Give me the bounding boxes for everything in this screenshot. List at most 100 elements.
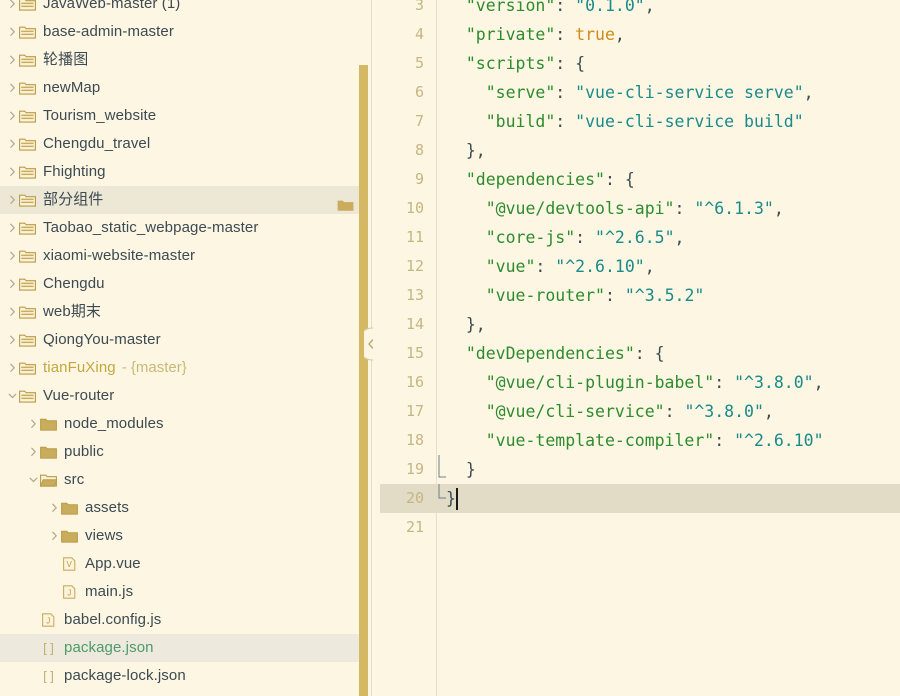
svg-text:J: J — [46, 617, 50, 626]
chevron-right-icon[interactable] — [6, 130, 19, 158]
tree-item-javaweb-master-1[interactable]: JavaWeb-master (1) — [0, 0, 368, 18]
code-text: "vue-router": "^3.5.2" — [485, 286, 705, 305]
chevron-right-icon[interactable] — [6, 158, 19, 186]
code-line[interactable]: 7 "build": "vue-cli-service build" — [380, 107, 900, 136]
tree-item-views[interactable]: views — [0, 522, 368, 550]
folder-solid-icon — [40, 438, 58, 466]
folder-icon — [19, 0, 37, 18]
chevron-right-icon[interactable] — [6, 0, 19, 18]
tree-item-chengdu-travel[interactable]: Chengdu_travel — [0, 130, 368, 158]
folder-solid-icon — [61, 522, 79, 550]
no-arrow — [48, 550, 61, 578]
code-line[interactable]: 6 "serve": "vue-cli-service serve", — [380, 78, 900, 107]
tree-item-label: tianFuXing — [43, 359, 116, 376]
panel-splitter[interactable] — [356, 0, 380, 696]
line-number: 20 — [405, 489, 424, 507]
tree-item-label: Chengdu — [43, 275, 105, 292]
chevron-right-icon[interactable] — [6, 102, 19, 130]
code-line[interactable]: 17 "@vue/cli-service": "^3.8.0", — [380, 397, 900, 426]
code-line[interactable]: 15 "devDependencies": { — [380, 339, 900, 368]
tree-item-public[interactable]: public — [0, 438, 368, 466]
chevron-right-icon[interactable] — [6, 270, 19, 298]
line-number: 10 — [405, 199, 424, 217]
tree-item-base-admin-master[interactable]: base-admin-master — [0, 18, 368, 46]
code-line[interactable]: 16 "@vue/cli-plugin-babel": "^3.8.0", — [380, 368, 900, 397]
chevron-right-icon[interactable] — [6, 214, 19, 242]
folder-icon — [19, 214, 37, 242]
chevron-right-icon[interactable] — [6, 186, 19, 214]
code-line[interactable]: 5 "scripts": { — [380, 49, 900, 78]
no-arrow — [27, 606, 40, 634]
code-line[interactable]: 4 "private": true, — [380, 20, 900, 49]
chevron-right-icon[interactable] — [6, 354, 19, 382]
tree-item-fhighting[interactable]: Fhighting — [0, 158, 368, 186]
chevron-right-icon[interactable] — [6, 298, 19, 326]
line-number: 17 — [405, 402, 424, 420]
no-arrow — [27, 690, 40, 696]
code-text: "vue-template-compiler": "^2.6.10" — [485, 431, 824, 450]
editor-area[interactable]: 3 "version": "0.1.0", 4 "private": true, 5… — [380, 0, 900, 696]
tree-item-newmap[interactable]: newMap — [0, 74, 368, 102]
chevron-right-icon[interactable] — [6, 46, 19, 74]
code-line[interactable]: 12 "vue": "^2.6.10", — [380, 252, 900, 281]
tree-item-tianfuxing[interactable]: tianFuXing - {master} — [0, 354, 368, 382]
line-number: 9 — [414, 170, 424, 188]
tree-item-chengdu[interactable]: Chengdu — [0, 270, 368, 298]
tree-item-[interactable]: 部分组件 — [0, 186, 368, 214]
tree-item-[interactable]: 轮播图 — [0, 46, 368, 74]
chevron-down-icon[interactable] — [6, 382, 19, 410]
chevron-right-icon[interactable] — [6, 326, 19, 354]
code-line[interactable]: 3 "version": "0.1.0", — [380, 0, 900, 20]
code-line[interactable]: 13 "vue-router": "^3.5.2" — [380, 281, 900, 310]
tree-item-taobao-static-webpage-master[interactable]: Taobao_static_webpage-master — [0, 214, 368, 242]
tree-item-package-lock-json[interactable]: [ ] package-lock.json — [0, 662, 368, 690]
code-line[interactable]: 10 "@vue/devtools-api": "^6.1.3", — [380, 194, 900, 223]
tree-vertical-scrollbar[interactable] — [359, 65, 368, 696]
code-line[interactable]: 18 "vue-template-compiler": "^2.6.10" — [380, 426, 900, 455]
folder-icon — [19, 18, 37, 46]
line-number: 6 — [414, 83, 424, 101]
tree-item-assets[interactable]: assets — [0, 494, 368, 522]
folder-icon — [19, 46, 37, 74]
chevron-right-icon[interactable] — [48, 494, 61, 522]
line-number: 5 — [414, 54, 424, 72]
tree-item-babel-config-js[interactable]: Jbabel.config.js — [0, 606, 368, 634]
tree-item-label: QiongYou-master — [43, 331, 161, 348]
tree-item-main-js[interactable]: Jmain.js — [0, 578, 368, 606]
folder-icon — [19, 102, 37, 130]
folder-icon — [19, 326, 37, 354]
chevron-right-icon[interactable] — [6, 74, 19, 102]
chevron-down-icon[interactable] — [27, 466, 40, 494]
no-arrow — [27, 662, 40, 690]
code-line[interactable]: 14 }, — [380, 310, 900, 339]
chevron-right-icon[interactable] — [6, 18, 19, 46]
chevron-right-icon[interactable] — [6, 242, 19, 270]
tree-item-partial[interactable] — [0, 690, 368, 696]
tree-item-xiaomi-website-master[interactable]: xiaomi-website-master — [0, 242, 368, 270]
chevron-right-icon[interactable] — [27, 410, 40, 438]
code-line[interactable]: 19 } — [380, 455, 900, 484]
chevron-right-icon[interactable] — [27, 438, 40, 466]
tree-item-src[interactable]: src — [0, 466, 368, 494]
vue-file-icon: V — [61, 550, 79, 578]
tree-item-tourism-website[interactable]: Tourism_website — [0, 102, 368, 130]
code-line[interactable]: 9 "dependencies": { — [380, 165, 900, 194]
tree-item-node-modules[interactable]: node_modules — [0, 410, 368, 438]
code-lines: 3 "version": "0.1.0", 4 "private": true, 5… — [380, 0, 900, 542]
json-file-icon: [ ] — [40, 662, 58, 690]
tree-item-label: package.json — [64, 639, 154, 656]
tree-item-qiongyou-master[interactable]: QiongYou-master — [0, 326, 368, 354]
tree-item-app-vue[interactable]: V App.vue — [0, 550, 368, 578]
code-text: "build": "vue-cli-service build" — [485, 112, 804, 131]
tree-item-package-json[interactable]: [ ] package.json — [0, 634, 368, 662]
code-line[interactable]: 8 }, — [380, 136, 900, 165]
code-line[interactable]: 20} — [380, 484, 900, 513]
code-line[interactable]: 21 — [380, 513, 900, 542]
tree-item-vue-router[interactable]: Vue-router — [0, 382, 368, 410]
chevron-right-icon[interactable] — [48, 522, 61, 550]
code-line[interactable]: 11 "core-js": "^2.6.5", — [380, 223, 900, 252]
tree-item-web[interactable]: web期末 — [0, 298, 368, 326]
